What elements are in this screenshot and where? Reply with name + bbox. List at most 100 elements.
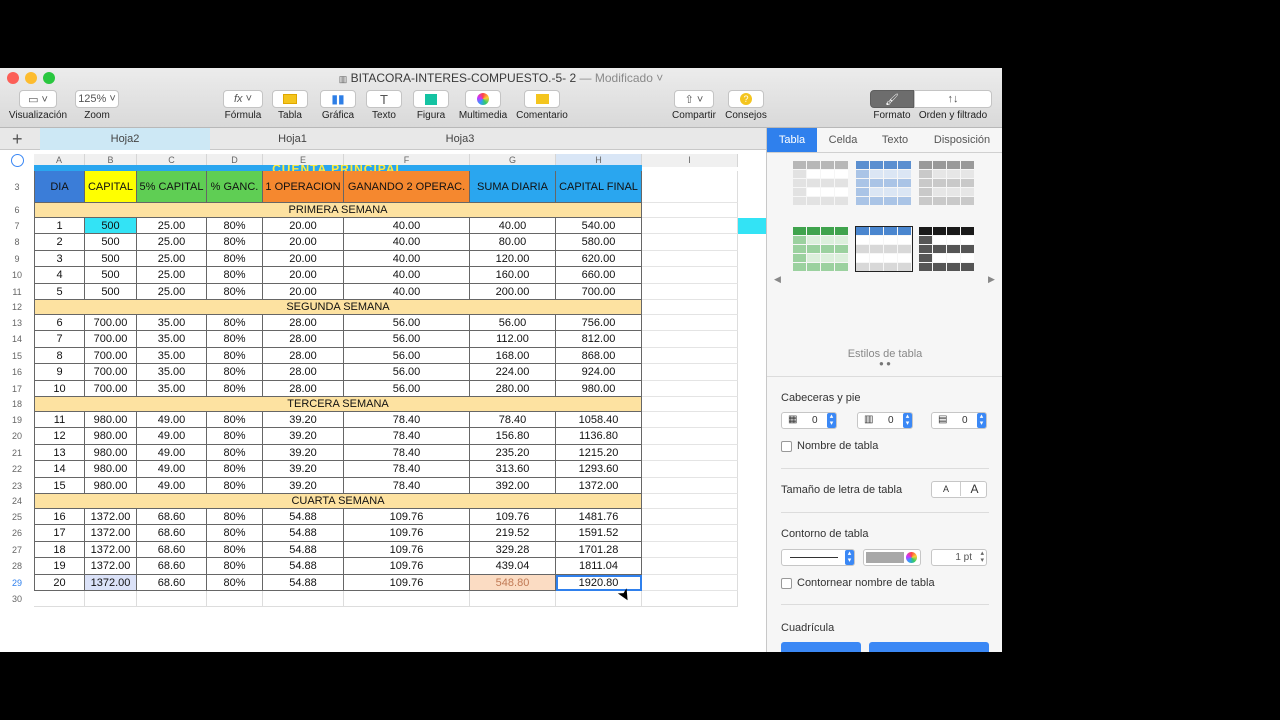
empty-cell[interactable] bbox=[642, 267, 738, 284]
table-cell[interactable]: 700.00 bbox=[85, 380, 137, 397]
table-cell[interactable]: 54.88 bbox=[263, 558, 344, 575]
table-cell[interactable]: 1 bbox=[34, 218, 85, 235]
table-cell[interactable]: 700.00 bbox=[85, 347, 137, 365]
table-cell[interactable]: 980.00 bbox=[85, 428, 137, 445]
table-cell[interactable]: 80% bbox=[207, 574, 263, 591]
table-style-thumbnail[interactable] bbox=[855, 226, 913, 272]
table-cell[interactable]: 39.20 bbox=[263, 461, 344, 478]
table-cell[interactable]: 700.00 bbox=[85, 315, 137, 332]
table-cell[interactable]: 1215.20 bbox=[556, 444, 642, 462]
table-cell[interactable]: 68.60 bbox=[137, 525, 207, 542]
empty-cell[interactable] bbox=[642, 397, 738, 412]
table-cell[interactable]: 80% bbox=[207, 283, 263, 300]
header-cell[interactable]: % GANC. bbox=[207, 171, 263, 203]
table-cell[interactable]: 500 bbox=[85, 250, 137, 268]
media-button[interactable]: Multimedia bbox=[457, 90, 509, 126]
table-cell[interactable]: 16 bbox=[34, 509, 85, 526]
table-cell[interactable]: 660.00 bbox=[556, 267, 642, 284]
table-cell[interactable]: 235.20 bbox=[470, 444, 556, 462]
empty-cell[interactable] bbox=[642, 380, 738, 397]
row-number[interactable]: 30 bbox=[0, 591, 34, 607]
table-cell[interactable]: 700.00 bbox=[85, 364, 137, 381]
table-cell[interactable]: 40.00 bbox=[344, 267, 470, 284]
table-cell[interactable]: 68.60 bbox=[137, 509, 207, 526]
table-cell[interactable]: 1372.00 bbox=[85, 558, 137, 575]
table-cell[interactable]: 80% bbox=[207, 315, 263, 332]
table-cell[interactable]: 80% bbox=[207, 347, 263, 365]
table-cell[interactable]: 156.80 bbox=[470, 428, 556, 445]
header-cell[interactable]: 1 OPERACION bbox=[263, 171, 344, 203]
table-cell[interactable]: 1372.00 bbox=[85, 574, 137, 591]
table-style-thumbnail[interactable] bbox=[793, 227, 849, 271]
table-cell[interactable]: 25.00 bbox=[137, 250, 207, 268]
table-cell[interactable]: 20.00 bbox=[263, 250, 344, 268]
table-cell[interactable]: 80% bbox=[207, 477, 263, 494]
table-cell[interactable]: 80% bbox=[207, 380, 263, 397]
table-cell[interactable]: 540.00 bbox=[556, 218, 642, 235]
table-cell[interactable]: 1372.00 bbox=[556, 477, 642, 494]
header-cell[interactable]: CAPITAL bbox=[85, 171, 137, 203]
table-cell[interactable]: 1372.00 bbox=[85, 509, 137, 526]
table-cell[interactable]: 40.00 bbox=[344, 234, 470, 251]
table-cell[interactable]: 35.00 bbox=[137, 331, 207, 348]
table-cell[interactable]: 700.00 bbox=[85, 331, 137, 348]
table-cell[interactable]: 17 bbox=[34, 525, 85, 542]
table-cell[interactable]: 49.00 bbox=[137, 444, 207, 462]
table-cell[interactable]: 868.00 bbox=[556, 347, 642, 365]
table-cell[interactable]: 548.80 bbox=[470, 574, 556, 591]
table-cell[interactable]: 39.20 bbox=[263, 477, 344, 494]
row-number[interactable]: 21 bbox=[0, 445, 34, 461]
table-cell[interactable]: 700.00 bbox=[556, 283, 642, 300]
table-cell[interactable]: 28.00 bbox=[263, 331, 344, 348]
table-cell[interactable]: 924.00 bbox=[556, 364, 642, 381]
table-cell[interactable]: 78.40 bbox=[344, 428, 470, 445]
table-cell[interactable]: 980.00 bbox=[556, 380, 642, 397]
empty-cell[interactable] bbox=[642, 234, 738, 251]
table-cell[interactable]: 1701.28 bbox=[556, 541, 642, 559]
row-number[interactable]: 7 bbox=[0, 218, 34, 234]
table-cell[interactable]: 3 bbox=[34, 250, 85, 268]
table-cell[interactable]: 1372.00 bbox=[85, 525, 137, 542]
text-button[interactable]: T Texto bbox=[364, 90, 404, 126]
table-cell[interactable]: 500 bbox=[85, 234, 137, 251]
tab-hoja3[interactable]: Hoja3 bbox=[375, 128, 545, 150]
table-cell[interactable]: 109.76 bbox=[344, 541, 470, 559]
table-cell[interactable]: 78.40 bbox=[344, 444, 470, 462]
table-cell[interactable]: 40.00 bbox=[470, 218, 556, 235]
row-number[interactable]: 6 bbox=[0, 203, 34, 218]
row-number[interactable]: 20 bbox=[0, 428, 34, 444]
table-cell[interactable]: 20.00 bbox=[263, 267, 344, 284]
row-number[interactable]: 16 bbox=[0, 364, 34, 380]
empty-cell[interactable] bbox=[642, 412, 738, 429]
tips-button[interactable]: ? Consejos bbox=[722, 90, 770, 126]
table-cell[interactable]: 80% bbox=[207, 525, 263, 542]
row-number[interactable]: 8 bbox=[0, 234, 34, 250]
empty-cell[interactable] bbox=[642, 315, 738, 332]
empty-cell[interactable] bbox=[642, 591, 738, 607]
table-cell[interactable]: 80% bbox=[207, 234, 263, 251]
table-cell[interactable]: 68.60 bbox=[137, 558, 207, 575]
table-cell[interactable]: 40.00 bbox=[344, 283, 470, 300]
table-cell[interactable]: 9 bbox=[34, 364, 85, 381]
table-cell[interactable]: 80% bbox=[207, 509, 263, 526]
header-cell[interactable]: GANANDO 2 OPERAC. bbox=[344, 171, 470, 203]
table-cell[interactable]: 1058.40 bbox=[556, 412, 642, 429]
header-columns-stepper[interactable]: ▥ 0 ▴ ▾ bbox=[857, 412, 913, 429]
table-style-thumbnail[interactable] bbox=[856, 161, 912, 205]
table-cell[interactable]: 80% bbox=[207, 444, 263, 462]
checkbox[interactable] bbox=[781, 440, 792, 452]
row-number[interactable]: 28 bbox=[0, 558, 34, 574]
empty-cell[interactable] bbox=[642, 250, 738, 268]
table-cell[interactable]: 80% bbox=[207, 250, 263, 268]
table-cell[interactable]: 80% bbox=[207, 558, 263, 575]
table-cell[interactable]: 620.00 bbox=[556, 250, 642, 268]
tab-tabla[interactable]: Tabla bbox=[767, 128, 817, 152]
decrease-font-button[interactable]: A bbox=[932, 484, 960, 494]
table-cell[interactable]: 39.20 bbox=[263, 412, 344, 429]
table-cell[interactable]: 224.00 bbox=[470, 364, 556, 381]
table-cell[interactable]: 80% bbox=[207, 267, 263, 284]
table-cell[interactable]: 25.00 bbox=[137, 234, 207, 251]
table-cell[interactable]: 78.40 bbox=[344, 461, 470, 478]
row-number[interactable]: 13 bbox=[0, 315, 34, 331]
table-cell[interactable]: 80% bbox=[207, 428, 263, 445]
